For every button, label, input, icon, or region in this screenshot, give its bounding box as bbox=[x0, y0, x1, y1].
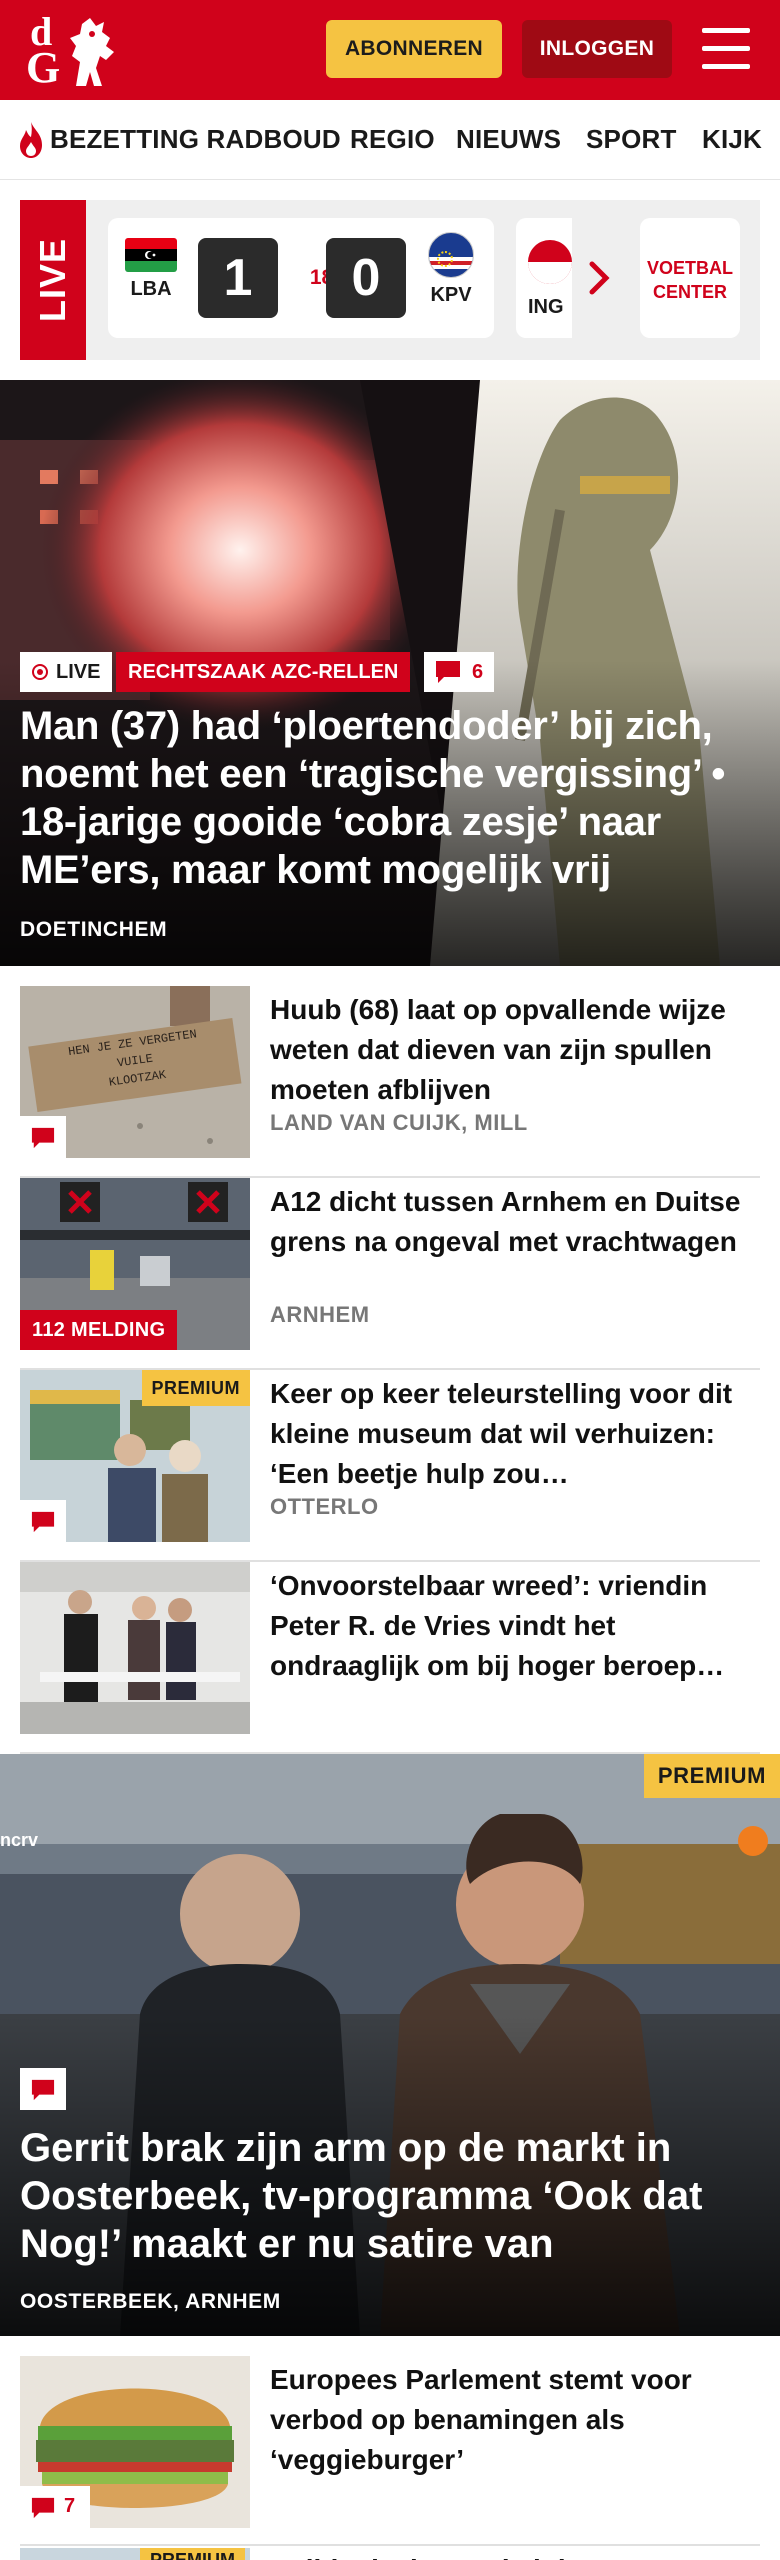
broadcaster-watermark: ncrv bbox=[0, 1830, 39, 1850]
subscribe-button[interactable]: ABONNEREN bbox=[326, 20, 502, 78]
horse-emblem-icon bbox=[70, 18, 114, 86]
site-logo[interactable]: d G bbox=[22, 12, 122, 92]
logo-letter-g: G bbox=[26, 43, 61, 92]
article-location: ARNHEM bbox=[270, 1302, 370, 1327]
comment-badge bbox=[20, 1116, 66, 1158]
premium-badge: PREMIUM bbox=[140, 2548, 245, 2560]
article-thumbnail bbox=[20, 1562, 250, 1734]
article-title[interactable]: ‘Onvoorstelbaar wreed’: vriendin Peter R… bbox=[270, 1566, 750, 1686]
hero-article[interactable]: LIVE RECHTSZAAK AZC-RELLEN 6 Man (37) ha… bbox=[0, 380, 780, 966]
voetbal-center-button[interactable]: VOETBAL CENTER bbox=[640, 218, 740, 338]
article-title[interactable]: Keer op keer teleurstelling voor dit kle… bbox=[270, 1374, 750, 1494]
article-thumbnail: 7 bbox=[20, 2356, 250, 2528]
article-item[interactable]: 7 Europees Parlement stemt voor verbod o… bbox=[20, 2356, 760, 2546]
next-team-code: ING bbox=[528, 296, 564, 318]
away-team: KPV bbox=[416, 232, 486, 307]
site-header: d G ABONNEREN INLOGGEN bbox=[0, 0, 780, 100]
home-team-code: LBA bbox=[130, 278, 172, 300]
feature-location: OOSTERBEEK, ARNHEM bbox=[20, 2290, 281, 2313]
login-button[interactable]: INLOGGEN bbox=[522, 20, 672, 78]
next-team-flag-icon bbox=[528, 240, 572, 284]
nav-item-kijk[interactable]: KIJK bbox=[702, 100, 762, 179]
live-scores-strip: LIVE LBA 1 18' 0 KPV ING VOETBAL CENTER bbox=[20, 200, 760, 360]
home-team: LBA bbox=[116, 238, 186, 301]
article-title[interactable]: Europees Parlement stemt voor verbod op … bbox=[270, 2360, 750, 2480]
feature-article[interactable]: ncrv PREMIUM Gerrit brak zijn arm op de … bbox=[0, 1754, 780, 2336]
nav-item-regio[interactable]: REGIO bbox=[350, 100, 435, 179]
melding-badge: 112 MELDING bbox=[20, 1310, 178, 1350]
nav-item-sport[interactable]: SPORT bbox=[586, 100, 677, 179]
next-match-card[interactable]: ING bbox=[516, 218, 572, 338]
comment-icon bbox=[436, 661, 460, 683]
flame-icon bbox=[20, 122, 42, 158]
hero-location: DOETINCHEM bbox=[20, 918, 168, 941]
article-thumbnail: PREMIUM bbox=[20, 1370, 250, 1542]
article-item[interactable]: 112 MELDING A12 dicht tussen Arnhem en D… bbox=[20, 1178, 760, 1370]
menu-icon[interactable] bbox=[702, 28, 750, 70]
article-title[interactable]: Politie deelt met de juiste… bbox=[270, 2550, 634, 2560]
nav-item-bezetting-radboud[interactable]: BEZETTING RADBOUD bbox=[50, 100, 341, 179]
article-location: OTTERLO bbox=[270, 1494, 379, 1519]
comment-badge bbox=[20, 2068, 66, 2110]
home-score: 1 bbox=[198, 238, 278, 318]
away-score: 0 bbox=[326, 238, 406, 318]
article-title[interactable]: A12 dicht tussen Arnhem en Duitse grens … bbox=[270, 1182, 750, 1262]
comment-icon bbox=[31, 1511, 55, 1533]
chevron-right-icon[interactable] bbox=[586, 258, 612, 298]
article-item[interactable]: PREMIUM Keer op keer teleurstelling voor… bbox=[20, 1370, 760, 1562]
comment-badge bbox=[20, 1500, 66, 1542]
live-match-card[interactable]: LBA 1 18' 0 KPV bbox=[108, 218, 494, 338]
comment-count-badge: 7 bbox=[20, 2486, 90, 2528]
article-thumbnail: 112 MELDING bbox=[20, 1178, 250, 1350]
away-team-code: KPV bbox=[430, 284, 472, 306]
comment-count-badge[interactable]: 6 bbox=[424, 652, 494, 692]
article-location: LAND VAN CUIJK, MILL bbox=[270, 1110, 528, 1135]
comment-icon bbox=[31, 1127, 55, 1149]
channel-logo-icon bbox=[738, 1826, 768, 1856]
section-nav: BEZETTING RADBOUD REGIO NIEUWS SPORT KIJ… bbox=[0, 100, 780, 180]
voetbal-center-label-1: VOETBAL bbox=[646, 258, 733, 278]
live-dot-icon bbox=[32, 664, 48, 680]
article-thumbnail: HEN JE ZE VERGETEN VUILE KLOOTZAK bbox=[20, 986, 250, 1158]
article-thumbnail: PREMIUM bbox=[20, 2548, 250, 2560]
article-item[interactable]: HEN JE ZE VERGETEN VUILE KLOOTZAK Huub (… bbox=[20, 986, 760, 1178]
hero-headline[interactable]: Man (37) had ‘ploertendoder’ bij zich, n… bbox=[20, 702, 760, 894]
live-badge: LIVE bbox=[20, 652, 112, 692]
voetbal-center-label-2: CENTER bbox=[652, 282, 727, 302]
nav-item-nieuws[interactable]: NIEUWS bbox=[456, 100, 561, 179]
premium-badge: PREMIUM bbox=[643, 1754, 780, 1798]
comment-icon bbox=[31, 2079, 55, 2101]
live-label: LIVE bbox=[20, 200, 86, 360]
premium-badge: PREMIUM bbox=[141, 1370, 250, 1406]
article-item[interactable]: ‘Onvoorstelbaar wreed’: vriendin Peter R… bbox=[20, 1562, 760, 1754]
topic-badge[interactable]: RECHTSZAAK AZC-RELLEN bbox=[116, 652, 411, 692]
libya-flag-icon bbox=[125, 238, 177, 272]
comment-icon bbox=[31, 2497, 55, 2519]
article-title[interactable]: Huub (68) laat op opvallende wijze weten… bbox=[270, 990, 750, 1110]
feature-headline[interactable]: Gerrit brak zijn arm op de markt in Oost… bbox=[20, 2124, 760, 2268]
cape-verde-flag-icon bbox=[428, 232, 474, 278]
article-item[interactable]: PREMIUM Politie deelt met de juiste… bbox=[20, 2548, 760, 2560]
